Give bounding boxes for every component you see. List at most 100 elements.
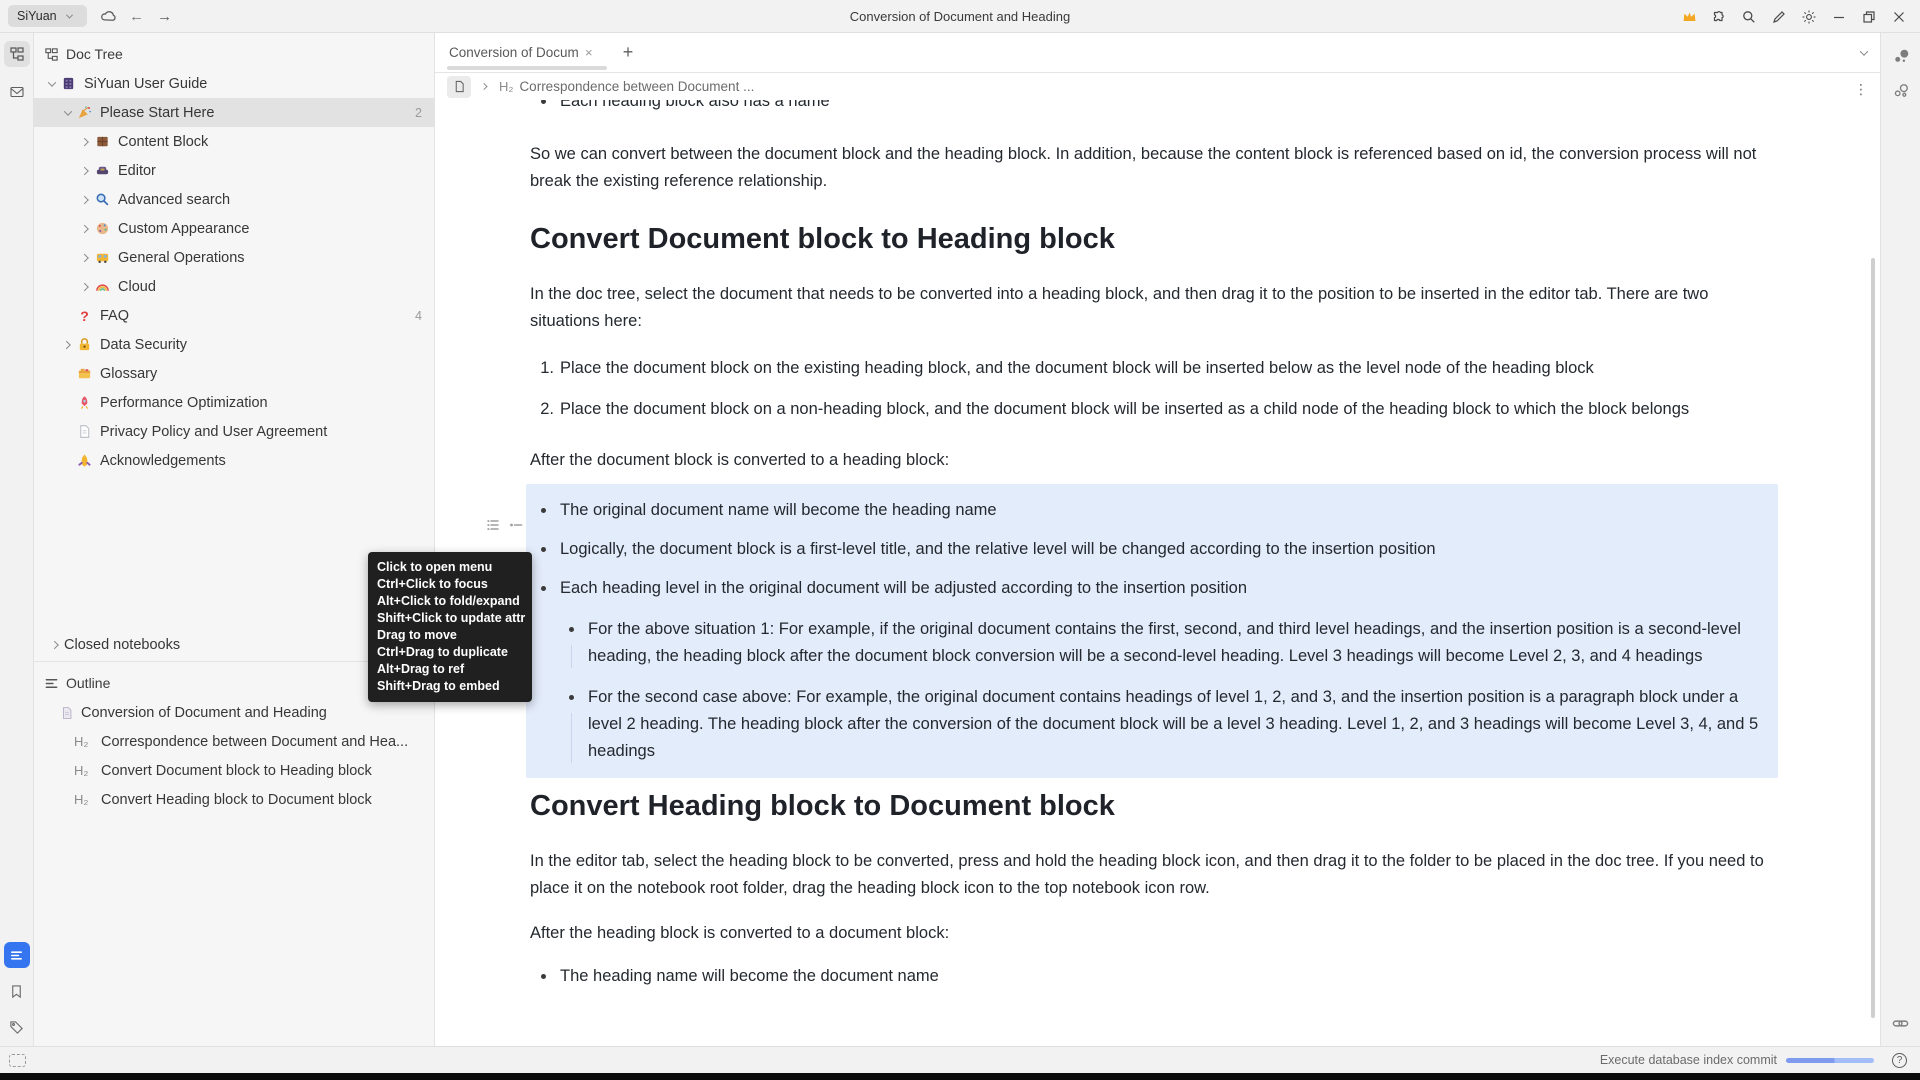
chevron-right-icon[interactable] bbox=[78, 192, 94, 208]
window-title: Conversion of Document and Heading bbox=[850, 9, 1070, 24]
theme-sun-icon[interactable] bbox=[1794, 0, 1824, 33]
doc-tree-dock-button[interactable] bbox=[0, 39, 34, 69]
chevron-right-icon[interactable] bbox=[78, 134, 94, 150]
doc-tree-item-content-block[interactable]: Content Block bbox=[34, 127, 434, 156]
chevron-down-icon[interactable] bbox=[60, 105, 76, 121]
tab-conversion-of-document[interactable]: Conversion of Document and Heading × bbox=[445, 33, 613, 73]
chevron-down-icon[interactable] bbox=[44, 76, 60, 92]
doc-tree-item-data-security[interactable]: Data Security bbox=[34, 330, 434, 359]
block-gutter bbox=[485, 517, 524, 533]
outline-item-h2[interactable]: H₂ Convert Document block to Heading blo… bbox=[34, 756, 434, 785]
app-menu-label: SiYuan bbox=[17, 9, 57, 23]
graph-dock-button[interactable] bbox=[1881, 41, 1920, 71]
doc-tree-item-privacy-policy[interactable]: Privacy Policy and User Agreement bbox=[34, 417, 434, 446]
chevron-placeholder bbox=[60, 308, 76, 324]
search-icon[interactable] bbox=[1734, 0, 1764, 33]
ordered-item-number: 1. bbox=[530, 355, 554, 382]
doc-tree-item-advanced-search[interactable]: Advanced search bbox=[34, 185, 434, 214]
outline-item-label: Conversion of Document and Heading bbox=[81, 705, 327, 721]
tab-title: Conversion of Document and Heading bbox=[449, 45, 579, 60]
chevron-right-icon[interactable] bbox=[48, 637, 64, 653]
new-tab-button[interactable]: + bbox=[613, 38, 643, 68]
tag-dock-button[interactable] bbox=[0, 1012, 34, 1042]
window-close-button[interactable] bbox=[1884, 0, 1914, 33]
plugin-puzzle-icon[interactable] bbox=[1704, 0, 1734, 33]
chevron-right-icon[interactable] bbox=[78, 163, 94, 179]
chevron-right-icon[interactable] bbox=[60, 337, 76, 353]
cloud-sync-icon[interactable] bbox=[95, 5, 123, 27]
left-dock bbox=[0, 33, 34, 1046]
outline-item-doc[interactable]: Conversion of Document and Heading bbox=[34, 698, 434, 727]
help-icon[interactable]: ? bbox=[1892, 1053, 1907, 1068]
global-graph-dock-button[interactable] bbox=[1881, 75, 1920, 105]
paragraph: In the editor tab, select the heading bl… bbox=[530, 848, 1772, 902]
tab-menu-chevron-down-icon[interactable] bbox=[1856, 45, 1872, 61]
envelope-icon bbox=[4, 79, 30, 105]
titlebar-right-icons bbox=[1674, 0, 1914, 33]
paragraph: After the document block is converted to… bbox=[530, 447, 1772, 474]
window-restore-button[interactable] bbox=[1854, 0, 1884, 33]
doc-tree-item-custom-appearance[interactable]: Custom Appearance bbox=[34, 214, 434, 243]
outline-item-h2[interactable]: H₂ Convert Heading block to Document blo… bbox=[34, 785, 434, 814]
chevron-down-icon bbox=[62, 8, 78, 24]
window-minimize-button[interactable] bbox=[1824, 0, 1854, 33]
document-content: Each heading block also has a name So we… bbox=[435, 100, 1880, 1046]
bookmark-icon bbox=[4, 978, 30, 1004]
chevron-placeholder bbox=[60, 453, 76, 469]
vip-crown-icon[interactable] bbox=[1674, 0, 1704, 33]
doc-tree-item-editor[interactable]: Editor bbox=[34, 156, 434, 185]
editor-scrollbar-thumb[interactable] bbox=[1871, 258, 1875, 1018]
hidden-taskbar-strip bbox=[0, 1073, 1920, 1080]
inbox-dock-button[interactable] bbox=[0, 77, 34, 107]
doc-tree-item-general-operations[interactable]: General Operations bbox=[34, 243, 434, 272]
doc-tree-item-label: General Operations bbox=[118, 250, 434, 266]
doc-tree-item-glossary[interactable]: Glossary bbox=[34, 359, 434, 388]
forward-button[interactable]: → bbox=[151, 8, 179, 25]
backlinks-dock-button[interactable] bbox=[1881, 1008, 1920, 1038]
right-dock bbox=[1880, 33, 1920, 1046]
palette-icon bbox=[94, 220, 111, 237]
breadcrumb-doc-button[interactable] bbox=[447, 76, 471, 98]
titlebar: SiYuan ← → Conversion of Document and He… bbox=[0, 0, 1920, 33]
workspace-icon[interactable] bbox=[9, 1054, 26, 1067]
notebook-row[interactable]: SiYuan User Guide bbox=[34, 69, 434, 98]
doc-tree-item-label: Performance Optimization bbox=[100, 395, 434, 411]
heading-convert-heading-to-document: Convert Heading block to Document block bbox=[530, 788, 1772, 824]
chevron-placeholder bbox=[60, 424, 76, 440]
app-menu-button[interactable]: SiYuan bbox=[8, 5, 87, 27]
doc-tree-item-please-start-here[interactable]: Please Start Here 2 bbox=[34, 98, 434, 127]
selected-list-block[interactable]: The original document name will become t… bbox=[526, 484, 1778, 778]
doc-tree-item-cloud[interactable]: Cloud bbox=[34, 272, 434, 301]
bookmark-dock-button[interactable] bbox=[0, 976, 34, 1006]
doc-tree-item-label: Glossary bbox=[100, 366, 434, 382]
doc-tree-item-label: Advanced search bbox=[118, 192, 434, 208]
list-item-gutter-icon[interactable] bbox=[508, 517, 524, 533]
doc-tree-item-faq[interactable]: ? FAQ 4 bbox=[34, 301, 434, 330]
doc-tree-item-label: Content Block bbox=[118, 134, 434, 150]
question-mark-icon: ? bbox=[76, 307, 93, 324]
status-message: Execute database index commit bbox=[1600, 1053, 1777, 1067]
list-item: Each heading level in the original docum… bbox=[530, 575, 1768, 602]
back-button[interactable]: ← bbox=[123, 8, 151, 25]
chevron-placeholder bbox=[60, 366, 76, 382]
outline-dock-button[interactable] bbox=[0, 940, 34, 970]
tab-close-icon[interactable]: × bbox=[585, 45, 593, 60]
ordered-item-text: Place the document block on the existing… bbox=[560, 359, 1594, 377]
doc-tree-icon bbox=[44, 47, 59, 62]
doc-tree-item-acknowledgements[interactable]: Acknowledgements bbox=[34, 446, 434, 475]
edit-pencil-icon[interactable] bbox=[1764, 0, 1794, 33]
breadcrumb: H₂ Correspondence between Document ... bbox=[435, 73, 1880, 100]
outline-item-h2[interactable]: H₂ Correspondence between Document and H… bbox=[34, 727, 434, 756]
chevron-right-icon[interactable] bbox=[78, 279, 94, 295]
doc-tree-header-label: Doc Tree bbox=[66, 46, 123, 62]
list-block-gutter-icon[interactable] bbox=[485, 517, 501, 533]
chevron-right-icon[interactable] bbox=[78, 250, 94, 266]
doc-tree-item-label: Privacy Policy and User Agreement bbox=[100, 424, 434, 440]
list-item: The original document name will become t… bbox=[530, 497, 1768, 524]
doc-tree-item-performance-optimization[interactable]: Performance Optimization bbox=[34, 388, 434, 417]
breadcrumb-more-icon[interactable]: ⋮ bbox=[1854, 81, 1868, 98]
list-item: For the second case above: For example, … bbox=[558, 684, 1768, 765]
breadcrumb-crumb[interactable]: Correspondence between Document ... bbox=[519, 79, 754, 94]
chevron-right-icon[interactable] bbox=[78, 221, 94, 237]
ordered-item-1: 1. Place the document block on the exist… bbox=[530, 355, 1772, 382]
